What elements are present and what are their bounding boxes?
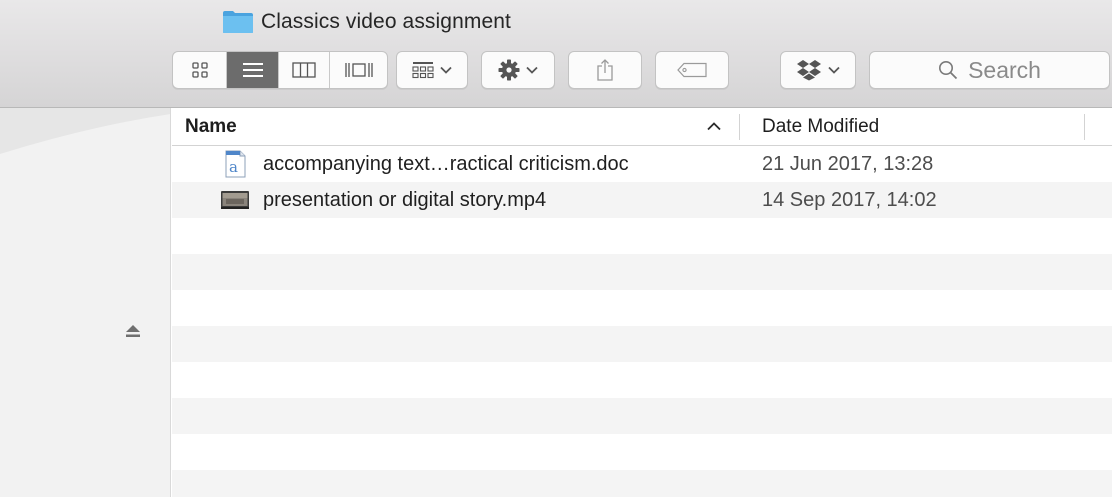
window-title: Classics video assignment [222,8,511,36]
chevron-down-icon [440,66,452,74]
video-file-icon [221,191,249,209]
empty-row [172,434,1112,470]
sidebar-scroll-shadow [0,108,170,154]
cover-flow-icon [344,63,373,77]
word-document-icon: a [225,150,246,178]
file-name: presentation or digital story.mp4 [263,189,547,211]
sort-ascending-icon[interactable] [706,121,722,131]
gear-icon [498,59,520,81]
file-date: 21 Jun 2017, 13:28 [762,153,934,175]
tag-button[interactable] [655,51,729,89]
empty-row [172,254,1112,290]
file-rows: a accompanying text…ractical criticism.d… [172,146,1112,497]
list-header: Name Date Modified [172,108,1112,146]
chevron-down-icon [526,66,538,74]
arrange-icon [412,62,434,79]
search-icon [939,61,958,80]
icon-view-icon [191,62,208,78]
empty-row [172,362,1112,398]
folder-icon [223,11,253,33]
column-divider[interactable] [739,114,740,140]
arrange-button[interactable] [396,51,468,89]
cover-flow-view-button[interactable] [329,52,387,88]
tag-icon [677,62,707,78]
svg-text:a: a [229,158,238,176]
name-column-header[interactable]: Name [185,108,237,146]
share-button[interactable] [568,51,642,89]
search-field[interactable]: Search [869,51,1110,89]
file-row[interactable]: a accompanying text…ractical criticism.d… [172,146,1112,182]
file-name: accompanying text…ractical criticism.doc [263,153,629,175]
column-divider[interactable] [1084,114,1085,140]
list-view-button[interactable] [226,52,278,88]
finder-window: Classics video assignment Search Name Da… [0,0,1112,497]
action-button[interactable] [481,51,555,89]
column-view-icon [292,62,316,78]
list-view-icon [242,63,263,77]
dropbox-icon [797,60,821,81]
search-placeholder: Search [968,56,1041,83]
view-mode-control [172,51,388,89]
toolbar: Classics video assignment Search [0,0,1112,108]
date-modified-column-header[interactable]: Date Modified [762,108,879,146]
empty-row [172,326,1112,362]
empty-row [172,398,1112,434]
column-view-button[interactable] [278,52,329,88]
sidebar [0,108,171,497]
empty-row [172,290,1112,326]
file-list: Name Date Modified a accompanying text…r… [172,108,1112,497]
icon-view-button[interactable] [173,52,226,88]
dropbox-button[interactable] [780,51,856,89]
empty-row [172,218,1112,254]
eject-icon[interactable] [125,324,141,338]
window-title-text: Classics video assignment [261,10,511,33]
file-row[interactable]: presentation or digital story.mp4 14 Sep… [172,182,1112,218]
chevron-down-icon [828,66,840,74]
file-date: 14 Sep 2017, 14:02 [762,189,937,211]
share-icon [597,59,613,81]
empty-row [172,470,1112,497]
